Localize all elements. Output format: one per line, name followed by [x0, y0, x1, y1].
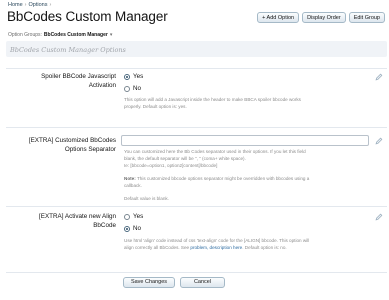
option-groups-selector[interactable]: Option Groups: BbCodes Custom Manager ▾ [8, 32, 112, 38]
description-note: Note: This customized bbcode options sep… [124, 175, 374, 182]
description-text: align correctly all BbCodes. See [124, 245, 190, 250]
description-line: Use html 'align' code instead of css 'te… [124, 238, 310, 243]
separator-input[interactable] [121, 135, 369, 146]
option-label-line: Spoiler BBCode Javascript [41, 73, 116, 80]
divider [6, 206, 387, 207]
description-line: This option will add a Javascript inside… [124, 97, 301, 102]
option-label-spoiler: Spoiler BBCode Javascript Activation [6, 72, 116, 90]
top-toolbar: + Add Option Display Order Edit Group [257, 12, 385, 23]
radio-label[interactable]: Yes [133, 213, 143, 220]
radio-button[interactable] [124, 213, 130, 220]
divider [6, 272, 387, 273]
option-label-line: [EXTRA] Customized BbCodes [28, 137, 116, 144]
breadcrumb-separator-icon: › [49, 2, 52, 8]
note-text: This customized bbcode options separator… [136, 176, 310, 181]
pencil-edit-icon[interactable] [375, 73, 383, 81]
description-text: . Default option is: no. [242, 245, 287, 250]
description-line: properly. Default option is: yes. [124, 104, 187, 109]
chevron-down-icon[interactable]: ▾ [110, 32, 113, 38]
pencil-edit-icon[interactable] [375, 213, 383, 221]
radio-label[interactable]: No [133, 85, 141, 92]
radio-align-no[interactable]: No [124, 225, 141, 232]
option-groups-value[interactable]: BbCodes Custom Manager [44, 32, 108, 38]
section-subtitle: BbCodes Custom Manager Options [10, 46, 126, 54]
page-title: BbCodes Custom Manager [7, 9, 168, 24]
section-subtitle-bar: BbCodes Custom Manager Options [6, 41, 387, 57]
add-option-button[interactable]: + Add Option [257, 12, 300, 23]
breadcrumb-home[interactable]: Home [8, 2, 23, 8]
description-line: blank, the default separator will be ", … [124, 156, 246, 161]
description-line: You can customized here the Bb Codes sep… [124, 149, 306, 154]
option-label-line: [EXTRA] Activate new Align [39, 213, 116, 220]
description-line: callback. [124, 183, 142, 188]
option-label-line: Options Separator [64, 146, 116, 153]
divider [6, 68, 387, 69]
option-description: Use html 'align' code instead of css 'te… [124, 237, 374, 251]
option-label-align: [EXTRA] Activate new Align BbCode [6, 212, 116, 230]
radio-button[interactable] [124, 73, 130, 80]
divider [6, 127, 387, 128]
breadcrumb-separator-icon: › [24, 2, 27, 8]
option-label-line: BbCode [93, 222, 116, 229]
breadcrumb: Home › Options › [8, 2, 51, 8]
option-description: You can customized here the Bb Codes sep… [124, 148, 374, 202]
pencil-edit-icon[interactable] [375, 137, 383, 145]
radio-button[interactable] [124, 85, 130, 92]
radio-align-yes[interactable]: Yes [124, 213, 143, 220]
option-label-line: Activation [88, 82, 116, 89]
display-order-button[interactable]: Display Order [302, 12, 346, 23]
edit-group-button[interactable]: Edit Group [348, 12, 385, 23]
radio-spoiler-yes[interactable]: Yes [124, 73, 143, 80]
radio-label[interactable]: Yes [133, 73, 143, 80]
option-description: This option will add a Javascript inside… [124, 96, 372, 110]
save-changes-button[interactable]: Save Changes [123, 277, 175, 288]
option-groups-label: Option Groups: [8, 32, 42, 38]
radio-spoiler-no[interactable]: No [124, 85, 141, 92]
description-line: Ie: [bbcode=option1, option2]content[/bb… [124, 163, 218, 168]
radio-button[interactable] [124, 225, 130, 232]
option-label-separator: [EXTRA] Customized BbCodes Options Separ… [6, 136, 116, 154]
description-line: align correctly all BbCodes. See problem… [124, 244, 374, 251]
cancel-button[interactable]: Cancel [180, 277, 225, 288]
breadcrumb-options[interactable]: Options [29, 2, 48, 8]
note-label: Note: [124, 176, 136, 181]
problem-description-link[interactable]: problem, description here [190, 245, 242, 250]
radio-label[interactable]: No [133, 225, 141, 232]
description-line: Default value is blank. [124, 196, 169, 201]
